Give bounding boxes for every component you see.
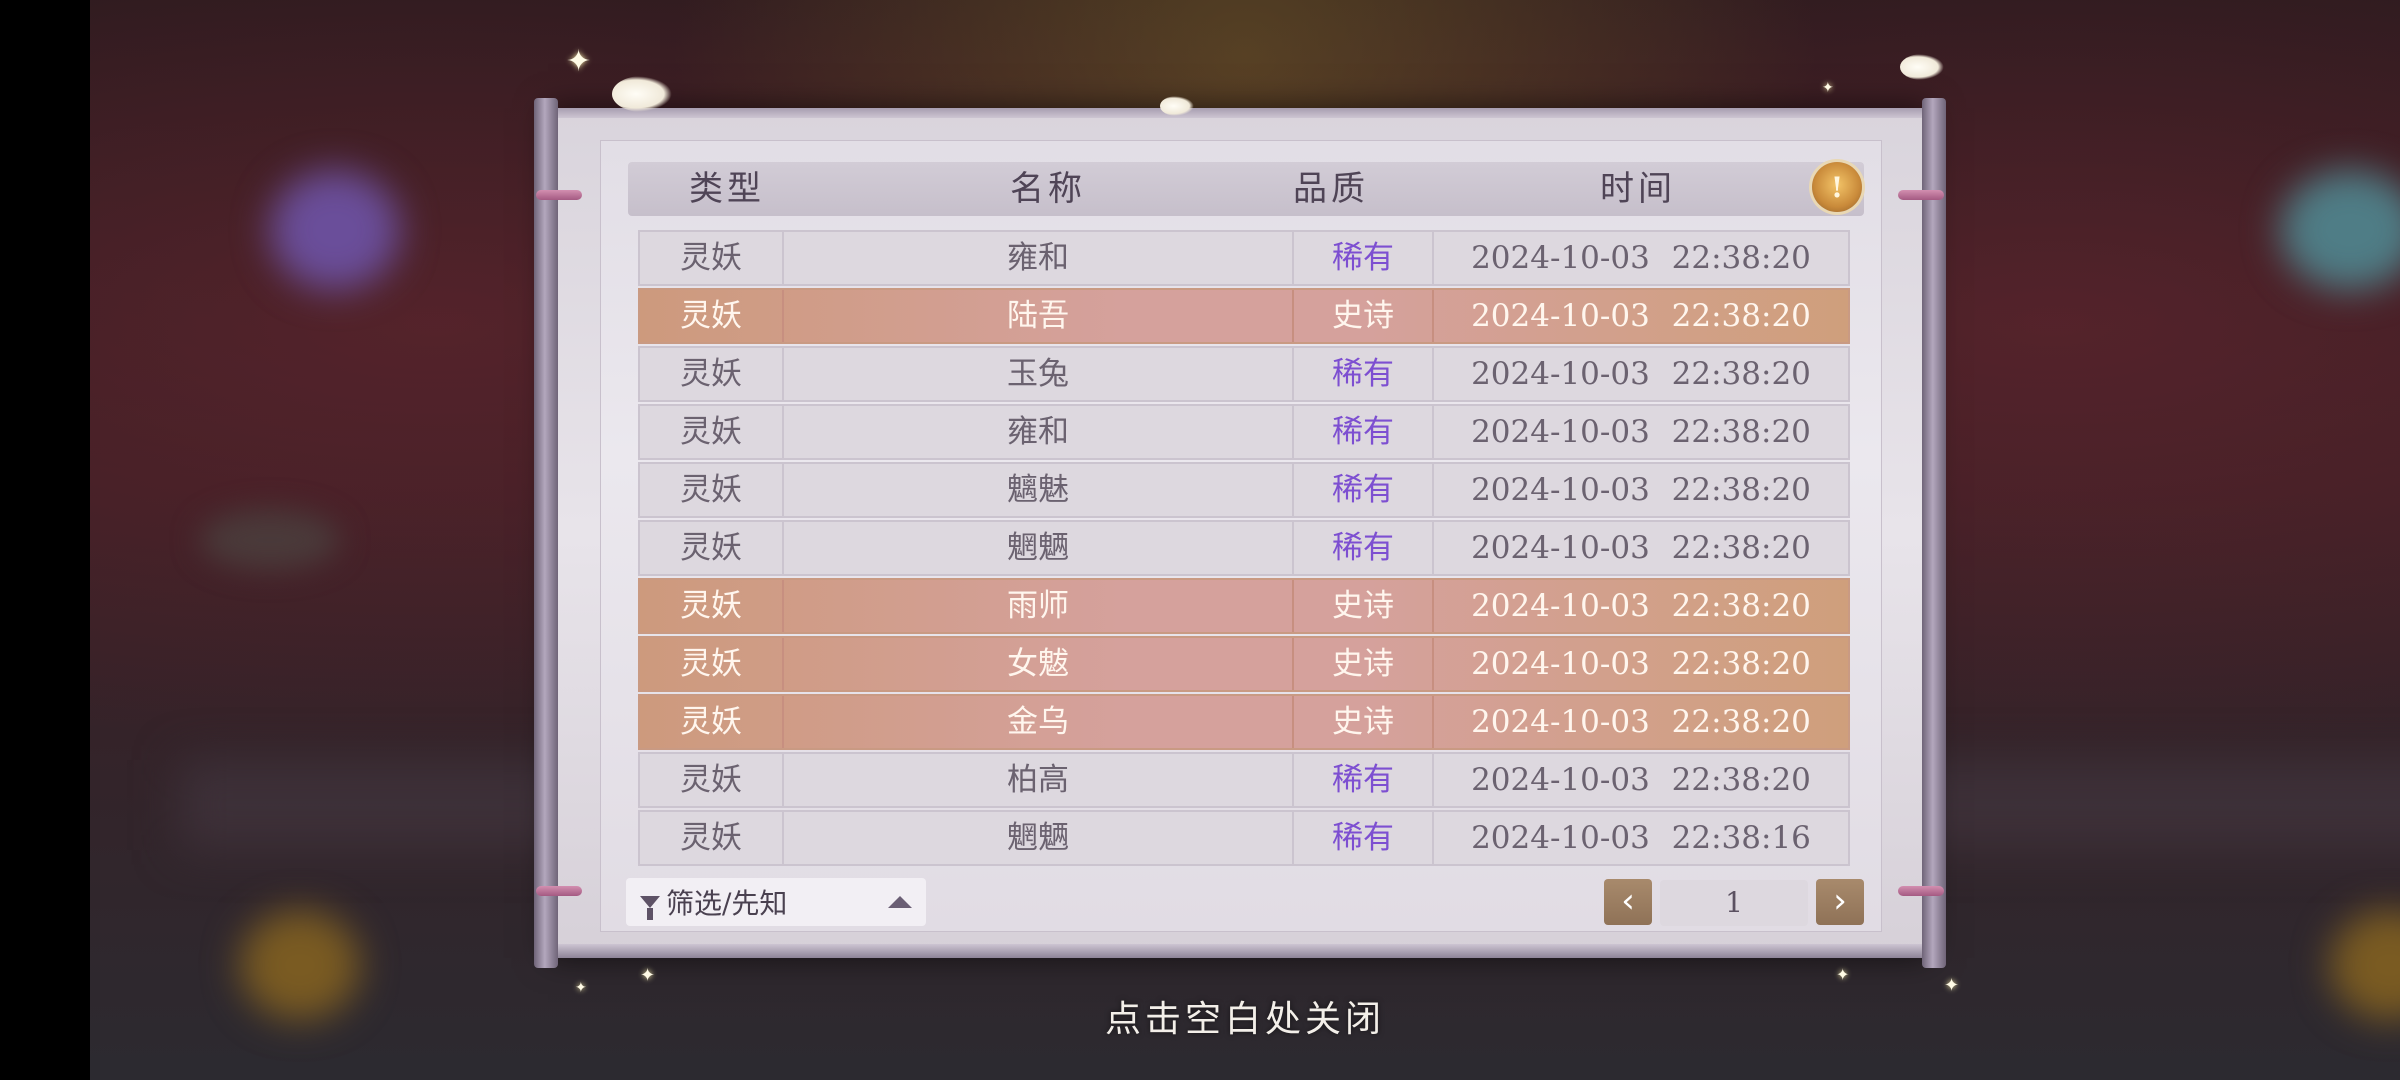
tip-lamp-icon[interactable]: ! <box>1812 162 1862 212</box>
header-type: 类型 <box>689 169 765 209</box>
table-row: 灵妖 魑魅 稀有 2024-10-03 22:38:20 <box>638 462 1850 518</box>
filter-funnel-icon <box>640 896 660 920</box>
filter-dropdown[interactable]: 筛选/先知 <box>626 878 926 926</box>
row-name: 陆吾 <box>784 290 1294 342</box>
row-time: 2024-10-03 22:38:20 <box>1471 356 1811 392</box>
row-time: 2024-10-03 22:38:20 <box>1471 414 1811 450</box>
rod-knob <box>536 190 582 200</box>
row-name: 魍魉 <box>784 522 1294 574</box>
row-type: 灵妖 <box>640 290 784 342</box>
rod-knob <box>536 886 582 896</box>
row-type: 灵妖 <box>640 696 784 748</box>
chevron-right-icon: › <box>1833 881 1847 921</box>
row-type: 灵妖 <box>640 464 784 516</box>
sparkle-icon: ✦ <box>1822 80 1834 96</box>
row-type: 灵妖 <box>640 232 784 284</box>
sparkle-icon: ✦ <box>566 44 592 79</box>
row-name: 魍魉 <box>784 812 1294 864</box>
row-quality: 稀有 <box>1294 348 1434 400</box>
row-quality: 稀有 <box>1294 754 1434 806</box>
sparkle-icon: ✦ <box>1836 965 1850 984</box>
row-type: 灵妖 <box>640 522 784 574</box>
sparkle-icon: ✦ <box>1944 975 1960 996</box>
row-time: 2024-10-03 22:38:20 <box>1471 646 1811 682</box>
row-time: 2024-10-03 22:38:20 <box>1471 704 1811 740</box>
swallow-bird-icon <box>1160 96 1194 116</box>
header-name: 名称 <box>1010 169 1086 209</box>
table-row: 灵妖 魍魉 稀有 2024-10-03 22:38:16 <box>638 810 1850 866</box>
filter-label: 筛选/先知 <box>666 887 788 920</box>
header-time: 时间 <box>1600 169 1676 209</box>
row-name: 柏高 <box>784 754 1294 806</box>
table-header: 类型 名称 品质 时间 <box>628 162 1864 216</box>
row-quality: 史诗 <box>1294 696 1434 748</box>
table-row: 灵妖 女魃 史诗 2024-10-03 22:38:20 <box>638 636 1850 692</box>
table-row: 灵妖 雍和 稀有 2024-10-03 22:38:20 <box>638 404 1850 460</box>
blurred-icon-gold-left <box>240 910 360 1020</box>
row-name: 雨师 <box>784 580 1294 632</box>
row-type: 灵妖 <box>640 406 784 458</box>
row-name: 金乌 <box>784 696 1294 748</box>
row-time: 2024-10-03 22:38:20 <box>1471 298 1811 334</box>
row-quality: 稀有 <box>1294 406 1434 458</box>
row-time: 2024-10-03 22:38:20 <box>1471 472 1811 508</box>
row-quality: 稀有 <box>1294 464 1434 516</box>
table-row: 灵妖 雨师 史诗 2024-10-03 22:38:20 <box>638 578 1850 634</box>
row-time: 2024-10-03 22:38:20 <box>1471 588 1811 624</box>
table-row: 灵妖 柏高 稀有 2024-10-03 22:38:20 <box>638 752 1850 808</box>
swallow-bird-icon <box>1900 54 1944 80</box>
next-page-button[interactable]: › <box>1816 879 1864 925</box>
row-quality: 稀有 <box>1294 232 1434 284</box>
row-quality: 史诗 <box>1294 638 1434 690</box>
blurred-icon-gold-right <box>2330 910 2400 1020</box>
row-type: 灵妖 <box>640 812 784 864</box>
header-quality: 品质 <box>1293 169 1369 209</box>
table-row: 灵妖 金乌 史诗 2024-10-03 22:38:20 <box>638 694 1850 750</box>
row-type: 灵妖 <box>640 580 784 632</box>
table-row: 灵妖 陆吾 史诗 2024-10-03 22:38:20 <box>638 288 1850 344</box>
row-time: 2024-10-03 22:38:20 <box>1471 530 1811 566</box>
prev-page-button[interactable]: ‹ <box>1604 879 1652 925</box>
table-row: 灵妖 雍和 稀有 2024-10-03 22:38:20 <box>638 230 1850 286</box>
caret-up-icon <box>888 896 912 908</box>
row-name: 魑魅 <box>784 464 1294 516</box>
chevron-left-icon: ‹ <box>1621 881 1635 921</box>
swallow-bird-icon <box>612 76 672 112</box>
close-hint-text: 点击空白处关闭 <box>1104 999 1385 1040</box>
table-row: 灵妖 玉兔 稀有 2024-10-03 22:38:20 <box>638 346 1850 402</box>
row-time: 2024-10-03 22:38:20 <box>1471 762 1811 798</box>
row-name: 雍和 <box>784 406 1294 458</box>
row-quality: 稀有 <box>1294 812 1434 864</box>
row-type: 灵妖 <box>640 638 784 690</box>
row-name: 女魃 <box>784 638 1294 690</box>
row-quality: 史诗 <box>1294 580 1434 632</box>
page-number: 1 <box>1660 880 1808 926</box>
scroll-rod-left <box>534 98 558 968</box>
row-name: 雍和 <box>784 232 1294 284</box>
row-name: 玉兔 <box>784 348 1294 400</box>
rod-knob <box>1898 190 1944 200</box>
blurred-label <box>200 510 340 570</box>
row-type: 灵妖 <box>640 348 784 400</box>
row-time: 2024-10-03 22:38:20 <box>1471 240 1811 276</box>
rod-knob <box>1898 886 1944 896</box>
row-quality: 史诗 <box>1294 290 1434 342</box>
table-row: 灵妖 魍魉 稀有 2024-10-03 22:38:20 <box>638 520 1850 576</box>
history-table: 灵妖 雍和 稀有 2024-10-03 22:38:20 灵妖 陆吾 史诗 2024-10-0… <box>638 230 1850 868</box>
row-type: 灵妖 <box>640 754 784 806</box>
sparkle-icon: ✦ <box>575 980 587 996</box>
blurred-icon-violet <box>270 170 400 290</box>
row-time: 2024-10-03 22:38:16 <box>1471 820 1811 856</box>
blurred-icon-teal <box>2280 170 2400 290</box>
row-quality: 稀有 <box>1294 522 1434 574</box>
sparkle-icon: ✦ <box>640 965 656 986</box>
scroll-rod-right <box>1922 98 1946 968</box>
